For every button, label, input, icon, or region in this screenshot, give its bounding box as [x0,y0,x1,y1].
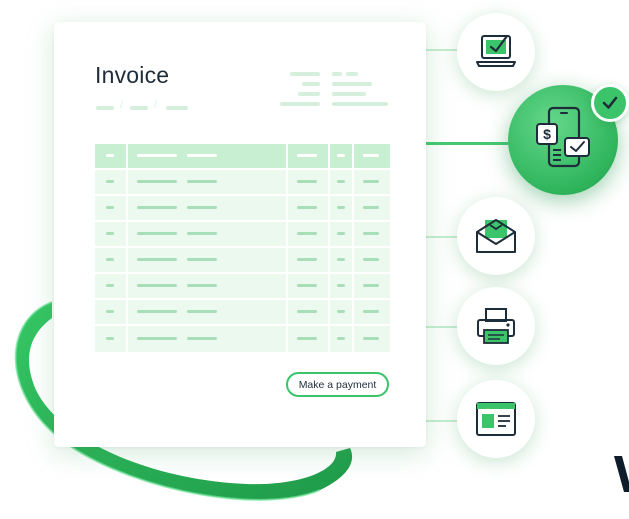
cell-mark [363,258,379,261]
cell-mark [297,310,317,313]
cell-mark [363,180,379,183]
cell-mark [363,337,379,340]
cell-mark [187,284,217,287]
date-placeholder [96,106,114,110]
printer-icon [477,308,515,344]
cell-mark [106,258,114,261]
cell-mark [297,232,317,235]
cell-mark [363,206,379,209]
info-placeholder [332,102,388,106]
cell-mark [363,310,379,313]
cell-mark [187,310,217,313]
cell-mark [137,180,177,183]
checkmark-icon [602,96,618,109]
table-row [95,274,390,298]
info-placeholder [298,92,320,96]
cell-mark [187,180,217,183]
header-cell-mark [187,154,217,157]
mobile-payment-icon: $ [536,106,590,168]
column-divider [352,144,354,352]
cell-mark [297,206,317,209]
column-divider [286,144,288,352]
cell-mark [137,310,177,313]
cell-mark [187,206,217,209]
cell-mark [337,284,345,287]
cell-mark [187,258,217,261]
connector-line-active [426,142,510,145]
cell-mark [337,180,345,183]
web-browser-icon [476,402,516,436]
date-separator: / [120,100,123,111]
connector-line [426,326,458,328]
date-placeholder [166,106,188,110]
cell-mark [363,284,379,287]
date-separator: / [154,100,157,111]
cell-mark [137,337,177,340]
cell-mark [106,310,114,313]
cell-mark [337,206,345,209]
cell-mark [337,337,345,340]
table-row [95,170,390,194]
printer-channel-circle [457,287,535,365]
partial-logo-mark [614,456,629,492]
cell-mark [337,232,345,235]
cell-mark [363,232,379,235]
email-envelope-icon [476,219,516,253]
table-row [95,196,390,220]
cell-mark [106,180,114,183]
info-placeholder [290,72,320,76]
header-cell-mark [106,154,114,157]
info-placeholder [332,82,372,86]
info-placeholder [302,82,320,86]
make-payment-button[interactable]: Make a payment [286,372,389,397]
table-row [95,326,390,352]
cell-mark [106,337,114,340]
cell-mark [106,206,114,209]
date-placeholder [130,106,148,110]
header-cell-mark [297,154,317,157]
invoice-title: Invoice [95,62,170,88]
info-placeholder [280,102,320,106]
cell-mark [106,284,114,287]
cell-mark [337,258,345,261]
info-placeholder [346,72,358,76]
invoice-card: Invoice / / Make a payment [54,22,426,447]
info-placeholder [332,92,366,96]
cell-mark [297,180,317,183]
header-cell-mark [363,154,379,157]
cell-mark [187,232,217,235]
cell-mark [187,337,217,340]
cell-mark [297,258,317,261]
connector-line [426,420,458,422]
cell-mark [137,258,177,261]
cell-mark [137,206,177,209]
connector-line [426,236,458,238]
info-placeholder [332,72,342,76]
cell-mark [137,232,177,235]
header-cell-mark [137,154,177,157]
svg-text:$: $ [543,126,551,142]
laptop-check-icon [476,34,516,67]
table-header-row [95,144,390,168]
invoice-table [95,144,390,352]
column-divider [126,144,128,352]
laptop-channel-circle [457,13,535,91]
cell-mark [297,337,317,340]
web-channel-circle [457,380,535,458]
connector-line [426,49,458,51]
header-cell-mark [337,154,345,157]
cell-mark [137,284,177,287]
table-row [95,222,390,246]
email-channel-circle [457,197,535,275]
cell-mark [337,310,345,313]
table-row [95,248,390,272]
cell-mark [297,284,317,287]
cell-mark [106,232,114,235]
table-row [95,300,390,324]
column-divider [328,144,330,352]
checkmark-badge [591,84,629,122]
